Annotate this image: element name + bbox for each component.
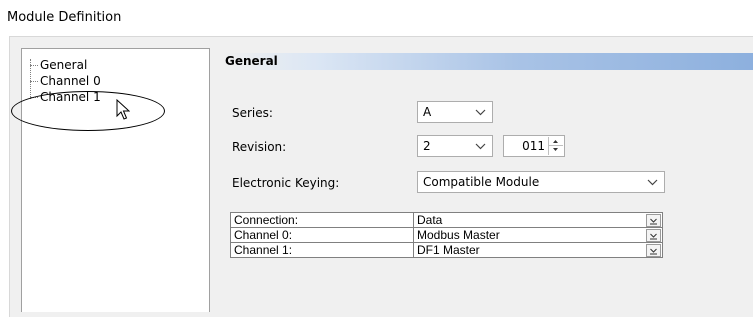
caret-up-icon xyxy=(553,140,558,143)
channel-0-cell[interactable]: Modbus Master xyxy=(413,227,663,243)
series-label: Series: xyxy=(232,106,273,120)
channel-0-value: Modbus Master xyxy=(417,228,500,242)
series-value: A xyxy=(423,105,432,119)
caret-down-icon xyxy=(553,148,558,151)
channel-0-dropdown-button[interactable] xyxy=(646,229,661,242)
channel-1-value: DF1 Master xyxy=(417,243,480,257)
channel-0-label: Channel 0: xyxy=(230,227,414,243)
channel-1-cell[interactable]: DF1 Master xyxy=(413,242,663,258)
channel-1-dropdown-button[interactable] xyxy=(646,244,661,257)
tree-item-general[interactable]: General xyxy=(30,58,87,72)
module-tree: General Channel 0 Channel 1 xyxy=(21,48,210,312)
electronic-keying-value: Compatible Module xyxy=(423,175,540,189)
chevron-down-icon xyxy=(647,179,658,186)
chevron-down-icon xyxy=(650,218,657,225)
revision-major-value: 2 xyxy=(423,139,431,153)
table-row: Channel 0: Modbus Master xyxy=(230,227,663,243)
mouse-cursor-icon xyxy=(116,99,130,120)
spin-down-button[interactable] xyxy=(549,146,563,155)
revision-minor-spinner[interactable]: 011 xyxy=(503,135,565,157)
window-title: Module Definition xyxy=(7,10,122,25)
connection-label: Connection: xyxy=(230,212,414,228)
tree-item-channel-0[interactable]: Channel 0 xyxy=(30,74,101,88)
spin-up-button[interactable] xyxy=(549,137,563,146)
connection-value: Data xyxy=(417,213,443,227)
section-title: General xyxy=(225,54,278,68)
chevron-down-icon xyxy=(475,109,486,116)
series-select[interactable]: A xyxy=(417,101,493,123)
table-row: Channel 1: DF1 Master xyxy=(230,242,663,258)
table-row: Connection: Data xyxy=(230,212,663,228)
chevron-down-icon xyxy=(475,143,486,150)
tree-item-label: General xyxy=(40,58,88,72)
chevron-down-icon xyxy=(650,248,657,255)
electronic-keying-label: Electronic Keying: xyxy=(232,176,340,190)
connection-cell[interactable]: Data xyxy=(413,212,663,228)
revision-label: Revision: xyxy=(232,140,287,154)
spinner-buttons xyxy=(548,137,563,155)
revision-minor-value: 011 xyxy=(522,139,545,153)
section-header: General xyxy=(222,53,753,70)
revision-major-select[interactable]: 2 xyxy=(417,135,493,157)
tree-item-label: Channel 0 xyxy=(40,74,101,88)
highlight-ellipse xyxy=(11,91,165,131)
connection-dropdown-button[interactable] xyxy=(646,214,661,227)
chevron-down-icon xyxy=(650,233,657,240)
connection-table: Connection: Data Channel 0: Modbus Maste… xyxy=(230,212,663,258)
electronic-keying-select[interactable]: Compatible Module xyxy=(417,171,665,193)
channel-1-label: Channel 1: xyxy=(230,242,414,258)
